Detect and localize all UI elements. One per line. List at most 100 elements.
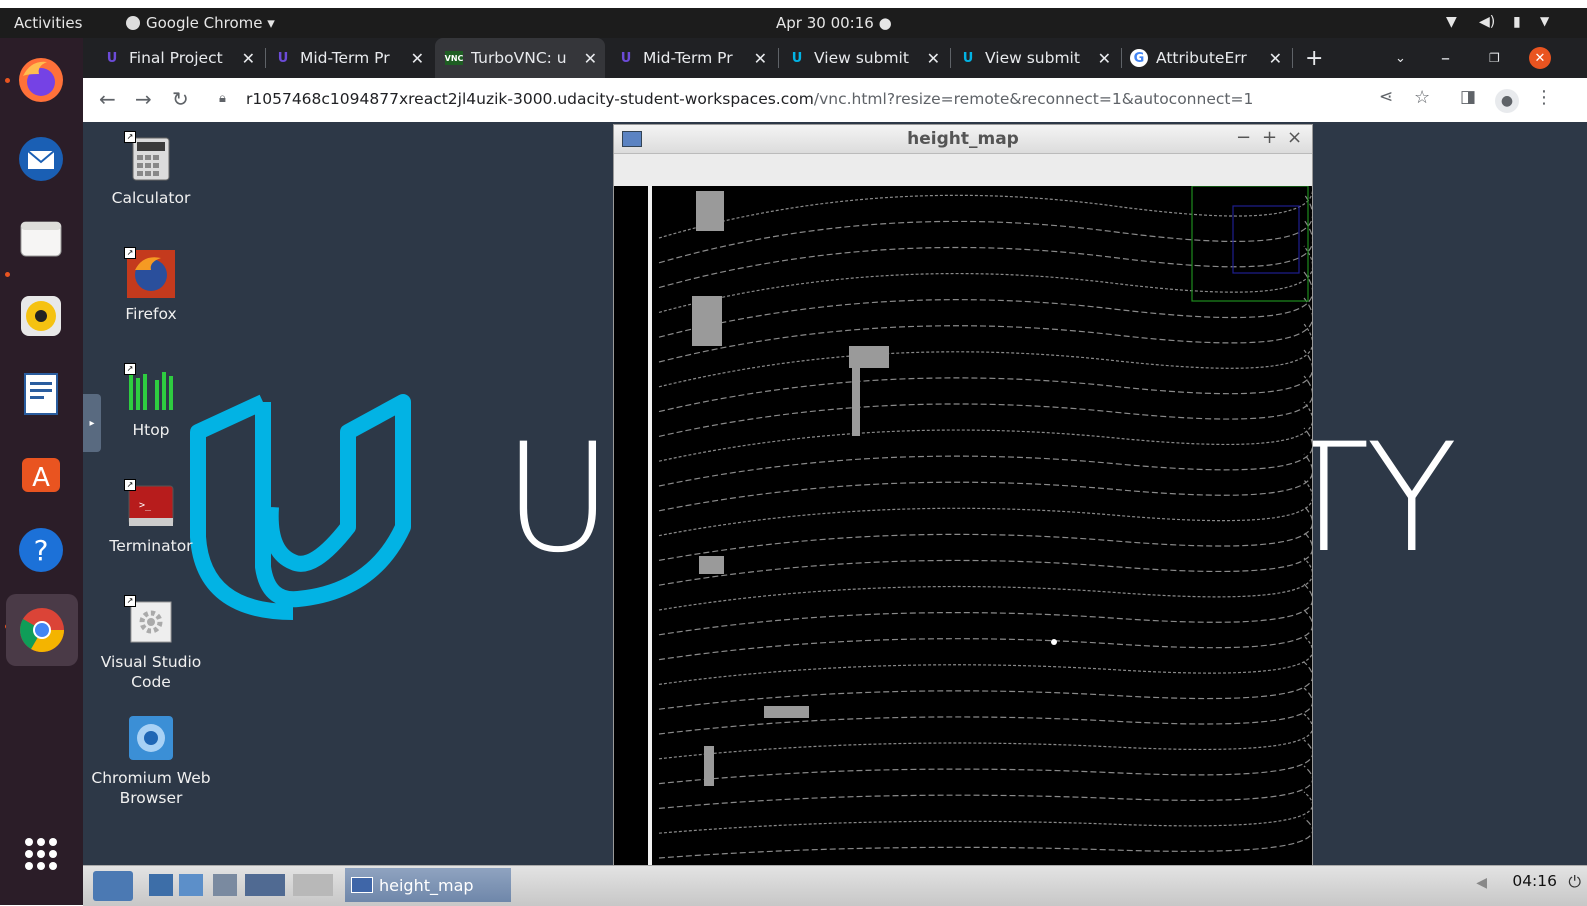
power-icon[interactable]: ⏻ <box>1568 872 1581 892</box>
thunderbird-icon[interactable] <box>15 133 67 185</box>
svg-text:A: A <box>32 463 50 493</box>
close-icon[interactable]: ✕ <box>584 49 597 68</box>
address-bar[interactable]: r1057468c1094877xreact2jl4uzik-3000.udac… <box>246 90 1253 108</box>
libreoffice-writer-icon[interactable] <box>15 368 67 420</box>
show-desktop-icon[interactable] <box>213 874 237 896</box>
desktop-icon-label: Calculator <box>111 189 191 207</box>
start-menu-icon[interactable] <box>93 871 133 901</box>
software-center-icon[interactable]: A <box>15 446 67 498</box>
terminal-icon: ↗ >_ <box>124 479 175 530</box>
desktop-icon-calculator[interactable]: ↗ Calculator <box>83 131 221 208</box>
scan-arc <box>658 297 1312 363</box>
window-close-button[interactable]: × <box>1287 127 1302 148</box>
scan-arc <box>658 583 1312 636</box>
desktop-icon-htop[interactable]: ↗ Htop <box>83 363 221 440</box>
svg-text:>_: >_ <box>139 500 152 511</box>
web-browser-icon[interactable] <box>179 874 203 896</box>
window-title-bar[interactable]: height_map − + × <box>614 125 1312 154</box>
tab-mid-term-2[interactable]: U Mid-Term Pr ✕ <box>617 38 775 78</box>
tab-search-chevron-down-icon[interactable]: ⌄ <box>1395 38 1406 78</box>
shortcut-arrow-icon: ↗ <box>124 247 136 259</box>
chrome-small-icon <box>126 16 140 30</box>
ubuntu-dock: A ? <box>0 38 83 905</box>
settings-gear-icon: ↗ <box>124 595 175 646</box>
wifi-icon[interactable]: ▼ <box>1446 14 1457 30</box>
scan-arc <box>658 505 1312 561</box>
close-icon[interactable]: ✕ <box>1269 49 1282 68</box>
close-window-button[interactable]: ✕ <box>1529 38 1551 78</box>
close-icon[interactable]: ✕ <box>242 49 255 68</box>
profile-avatar-icon[interactable]: ● <box>1495 86 1519 113</box>
running-indicator <box>5 272 10 277</box>
panel-clock[interactable]: 04:16 <box>1512 872 1557 890</box>
side-panel-icon[interactable]: ◨ <box>1460 87 1476 107</box>
restore-window-button[interactable]: ❐ <box>1489 38 1500 78</box>
volume-icon[interactable]: ◀ <box>1476 875 1487 891</box>
scan-arc <box>658 245 1312 313</box>
app-menu-label: Google Chrome ▾ <box>146 14 275 32</box>
running-indicator <box>5 78 10 83</box>
desktop-icon-label: Terminator <box>109 537 193 555</box>
reload-icon[interactable]: ↻ <box>172 87 189 111</box>
back-arrow-icon[interactable]: ← <box>99 87 116 111</box>
window-maximize-button[interactable]: + <box>1262 127 1277 148</box>
shortcut-arrow-icon: ↗ <box>124 479 136 491</box>
scan-arc <box>658 687 1312 735</box>
firefox-icon: ↗ <box>124 247 175 298</box>
scan-arc <box>658 271 1312 338</box>
shortcut-arrow-icon: ↗ <box>124 595 136 607</box>
system-menu-chevron-down-icon[interactable]: ▼ <box>1540 14 1549 28</box>
desktop-icon-label: Visual Studio Code <box>100 653 202 691</box>
chrome-toolbar: ← → ↻ 🔒︎ r1057468c1094877xreact2jl4uzik-… <box>83 78 1587 123</box>
tab-attribute-error[interactable]: G AttributeErr ✕ <box>1130 38 1290 78</box>
desktop-icon-terminator[interactable]: ↗ >_ Terminator <box>83 479 221 556</box>
window-toolbar-area <box>614 154 1312 186</box>
tab-mid-term-1[interactable]: U Mid-Term Pr ✕ <box>274 38 432 78</box>
desktop-icon-label: Htop <box>132 421 170 439</box>
battery-icon[interactable]: ▮ <box>1513 14 1521 30</box>
app-menu[interactable]: Google Chrome ▾ <box>126 14 275 32</box>
files-icon[interactable] <box>15 212 67 264</box>
close-icon[interactable]: ✕ <box>411 49 424 68</box>
volume-icon[interactable]: ◀) <box>1479 14 1495 30</box>
scan-arc <box>658 479 1312 537</box>
close-icon: ✕ <box>1529 47 1551 69</box>
tab-view-submission-1[interactable]: U View submit ✕ <box>788 38 948 78</box>
forward-arrow-icon[interactable]: → <box>135 87 152 111</box>
svg-text:?: ? <box>34 534 49 567</box>
chrome-dock-icon[interactable] <box>6 594 78 666</box>
desktop-icon-vscode[interactable]: ↗ Visual Studio Code <box>83 595 221 692</box>
tab-label: View submit <box>985 49 1080 67</box>
height-map-window[interactable]: height_map − + × <box>613 124 1313 867</box>
show-applications-grid-icon[interactable] <box>15 828 67 880</box>
firefox-icon[interactable] <box>15 54 67 106</box>
minimize-window-button[interactable]: – <box>1441 38 1450 78</box>
scan-arc <box>658 765 1312 809</box>
close-icon[interactable]: ✕ <box>1098 49 1111 68</box>
scan-arc <box>658 323 1312 388</box>
close-icon[interactable]: ✕ <box>927 49 940 68</box>
kebab-menu-icon[interactable]: ⋮ <box>1535 87 1553 108</box>
tab-view-submission-2[interactable]: U View submit ✕ <box>959 38 1119 78</box>
window-minimize-button[interactable]: − <box>1236 127 1251 148</box>
lock-icon[interactable]: 🔒︎ <box>219 91 226 106</box>
desktop-icon-firefox[interactable]: ↗ Firefox <box>83 247 221 324</box>
workspace-2[interactable] <box>293 874 333 896</box>
bookmark-star-icon[interactable]: ☆ <box>1414 87 1430 108</box>
rhythmbox-icon[interactable] <box>15 290 67 342</box>
new-tab-button[interactable]: + <box>1305 38 1329 78</box>
activities-button[interactable]: Activities <box>14 14 82 32</box>
tab-turbovnc-active[interactable]: VNC TurboVNC: u ✕ <box>435 38 605 78</box>
desktop-icon-chromium[interactable]: Chromium Web Browser <box>83 714 221 808</box>
taskbar-item-label: height_map <box>379 875 474 895</box>
workspace-switcher[interactable] <box>245 874 285 896</box>
taskbar-item-height-map[interactable]: height_map <box>345 868 511 902</box>
share-icon[interactable]: ⋖ <box>1379 87 1393 107</box>
help-icon[interactable]: ? <box>15 524 67 576</box>
close-icon[interactable]: ✕ <box>754 49 767 68</box>
scan-arc <box>658 427 1312 487</box>
shortcut-arrow-icon: ↗ <box>124 363 136 375</box>
tab-final-project[interactable]: U Final Project ✕ <box>103 38 263 78</box>
file-manager-icon[interactable] <box>149 874 173 896</box>
top-clock[interactable]: Apr 30 00:16 ● <box>776 14 892 32</box>
